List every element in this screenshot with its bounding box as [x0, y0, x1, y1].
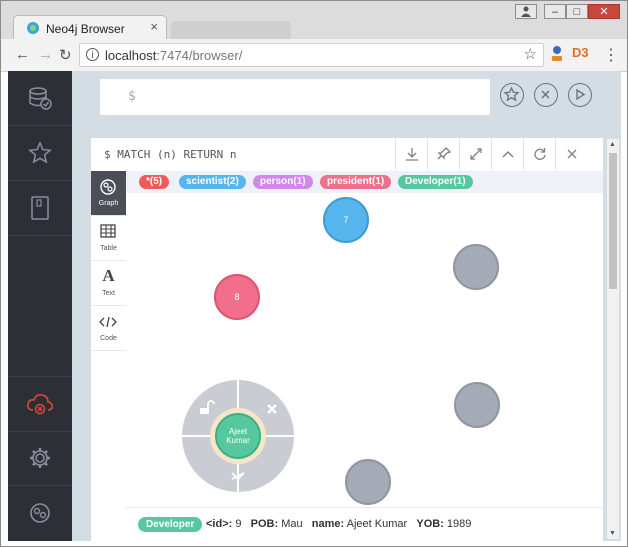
- cloud-alert-icon: [27, 394, 53, 415]
- user-profile-button[interactable]: [515, 4, 537, 19]
- view-tabs: Graph Table A Text Code: [91, 171, 127, 541]
- gear-icon: [30, 448, 50, 468]
- chevron-up-icon: [502, 151, 514, 158]
- graph-node-blue[interactable]: 7: [323, 197, 369, 243]
- tab-neo4j-browser[interactable]: Neo4j Browser ×: [13, 15, 167, 42]
- download-button[interactable]: [395, 138, 428, 171]
- pin-button[interactable]: [427, 138, 460, 171]
- close-icon: [541, 90, 550, 99]
- star-icon: [28, 141, 52, 164]
- expand-icon: [470, 148, 482, 160]
- star-outline-icon: [503, 86, 520, 102]
- tab-close-icon[interactable]: ×: [150, 19, 158, 34]
- node-properties: <id>: 9 POB: Mau name: Ajeet Kumar YOB: …: [206, 518, 472, 530]
- main-area: $ $ MATCH (n) RETURN n Graph Table A Tex…: [72, 71, 621, 542]
- database-icon: [29, 87, 52, 110]
- play-icon: [576, 88, 586, 101]
- graph-node-gray[interactable]: [454, 382, 500, 428]
- download-icon: [406, 148, 418, 161]
- legend-pill-person[interactable]: person(1): [253, 175, 313, 189]
- query-editor[interactable]: $: [100, 79, 490, 115]
- tab-text-label: Text: [102, 290, 115, 297]
- legend-pill-developer[interactable]: Developer(1): [398, 175, 473, 189]
- graph-node-gray[interactable]: [453, 244, 499, 290]
- forward-icon[interactable]: →: [38, 46, 53, 63]
- close-window-button[interactable]: ✕: [588, 4, 620, 19]
- info-icon[interactable]: i: [86, 48, 99, 61]
- tab-text[interactable]: A Text: [91, 261, 126, 306]
- reload-icon[interactable]: ↻: [59, 46, 72, 64]
- address-row: ← → ↻ i localhost:7474/browser/ ☆ D3 ⋮: [1, 39, 627, 72]
- favorite-query-button[interactable]: [500, 83, 524, 107]
- run-query-button[interactable]: [568, 83, 592, 107]
- inspector-bar: Developer <id>: 9 POB: Mau name: Ajeet K…: [126, 507, 603, 542]
- tab-title: Neo4j Browser: [46, 22, 125, 36]
- browser-menu-icon[interactable]: ⋮: [603, 45, 619, 65]
- neo4j-logo-icon: [30, 503, 50, 523]
- graph-node-pink[interactable]: 8: [214, 274, 260, 320]
- sidebar-favorites[interactable]: [8, 126, 72, 181]
- frame-header: $ MATCH (n) RETURN n: [91, 138, 603, 172]
- tab-code[interactable]: Code: [91, 306, 126, 351]
- fullscreen-button[interactable]: [459, 138, 492, 171]
- tab-graph-label: Graph: [98, 200, 119, 207]
- back-icon[interactable]: ←: [15, 46, 30, 63]
- pin-icon: [437, 147, 452, 160]
- user-icon: [521, 6, 531, 17]
- tab-table[interactable]: Table: [91, 216, 126, 261]
- graph-node-gray[interactable]: [345, 459, 391, 505]
- browser-window: Neo4j Browser × – □ ✕ ← → ↻ i localhost:…: [0, 0, 628, 547]
- scroll-down-icon[interactable]: ▼: [609, 530, 616, 537]
- graph-icon: [100, 179, 116, 195]
- sidebar-about[interactable]: [8, 486, 72, 540]
- frame-query[interactable]: $ MATCH (n) RETURN n: [104, 148, 236, 161]
- tab-code-label: Code: [100, 335, 117, 342]
- sidebar-cloud-sync[interactable]: [8, 376, 72, 432]
- legend-pill-scientist[interactable]: scientist(2): [179, 175, 246, 189]
- collapse-button[interactable]: [491, 138, 524, 171]
- maximize-button[interactable]: □: [566, 4, 588, 19]
- scroll-up-icon[interactable]: ▲: [609, 141, 616, 148]
- url-text: localhost:7474/browser/: [105, 48, 243, 63]
- sidebar-database[interactable]: [8, 71, 72, 126]
- minimize-button[interactable]: –: [544, 4, 566, 19]
- legend-pill-president[interactable]: president(1): [320, 175, 392, 189]
- clear-editor-button[interactable]: [534, 83, 558, 107]
- main-scrollbar[interactable]: ▲ ▼: [607, 139, 619, 539]
- refresh-icon: [534, 148, 546, 160]
- bookmark-star-icon[interactable]: ☆: [524, 45, 537, 63]
- sidebar-documents[interactable]: [8, 181, 72, 236]
- legend-pill-all[interactable]: *(5): [139, 175, 170, 189]
- result-frame: $ MATCH (n) RETURN n Graph Table A Text …: [91, 138, 603, 542]
- extension-icon[interactable]: [550, 45, 564, 63]
- d3-extension-icon[interactable]: D3: [572, 45, 589, 60]
- graph-canvas[interactable]: *(5) scientist(2) person(1) president(1)…: [126, 171, 603, 508]
- background-tab[interactable]: [171, 21, 291, 39]
- code-icon: [99, 316, 117, 328]
- sidebar-settings[interactable]: [8, 431, 72, 486]
- app-sidebar: [8, 71, 72, 541]
- book-icon: [31, 196, 49, 220]
- neo4j-favicon-icon: [27, 22, 39, 34]
- scrollbar-thumb[interactable]: [609, 153, 617, 289]
- tab-bar: Neo4j Browser × – □ ✕: [1, 1, 627, 42]
- table-icon: [100, 224, 116, 238]
- label-legend: *(5) scientist(2) person(1) president(1)…: [126, 171, 603, 193]
- rerun-button[interactable]: [523, 138, 556, 171]
- node-label-pill[interactable]: Developer: [138, 517, 203, 532]
- graph-node-selected[interactable]: Ajeet Kumar: [216, 414, 260, 458]
- tab-graph[interactable]: Graph: [91, 171, 126, 216]
- close-icon: [567, 149, 577, 159]
- address-bar[interactable]: i localhost:7474/browser/ ☆: [79, 43, 544, 67]
- editor-prompt: $: [128, 89, 136, 104]
- tab-table-label: Table: [100, 245, 117, 252]
- close-frame-button[interactable]: [555, 138, 604, 171]
- text-icon: A: [102, 266, 115, 285]
